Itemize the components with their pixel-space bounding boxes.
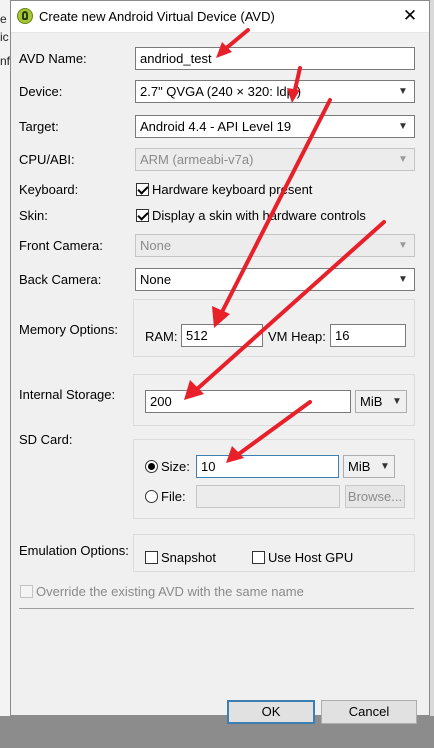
sd-size-input[interactable]: 10 — [196, 455, 339, 478]
chevron-down-icon: ▼ — [398, 274, 408, 285]
chevron-down-icon: ▼ — [392, 396, 402, 407]
internal-storage-input[interactable]: 200 — [145, 390, 351, 413]
chevron-down-icon: ▼ — [398, 121, 408, 132]
sd-file-label[interactable]: File: — [161, 489, 186, 504]
chevron-down-icon: ▼ — [398, 154, 408, 165]
sd-size-label[interactable]: Size: — [161, 459, 190, 474]
snapshot-checkbox[interactable] — [145, 551, 158, 564]
internal-storage-label: Internal Storage: — [19, 387, 116, 402]
device-label: Device: — [19, 84, 63, 99]
emulation-options-group: Snapshot Use Host GPU — [133, 534, 415, 572]
sd-size-unit-select[interactable]: MiB ▼ — [343, 455, 395, 478]
device-select[interactable]: 2.7" QVGA (240 × 320: ldpi) ▼ — [135, 80, 415, 103]
chevron-down-icon: ▼ — [398, 240, 408, 251]
display-skin-checkbox[interactable] — [136, 209, 149, 222]
background-text: e — [0, 12, 7, 26]
sd-file-radio[interactable] — [145, 490, 158, 503]
snapshot-label[interactable]: Snapshot — [161, 550, 216, 565]
sd-size-radio[interactable] — [145, 460, 158, 473]
ram-label: RAM: — [145, 329, 178, 344]
close-icon: ✕ — [402, 6, 418, 25]
cpu-abi-select: ARM (armeabi-v7a) ▼ — [135, 148, 415, 171]
create-avd-dialog: Create new Android Virtual Device (AVD) … — [10, 0, 430, 724]
override-label: Override the existing AVD with the same … — [36, 584, 304, 599]
front-camera-value: None — [140, 238, 172, 253]
sd-card-label: SD Card: — [19, 432, 73, 447]
target-select[interactable]: Android 4.4 - API Level 19 ▼ — [135, 115, 415, 138]
avd-name-input[interactable]: andriod_test — [135, 47, 415, 70]
android-app-icon — [17, 8, 33, 24]
ok-button[interactable]: OK — [227, 700, 315, 724]
sd-card-group: Size: 10 MiB ▼ File: Browse... — [133, 439, 415, 519]
keyboard-label: Keyboard: — [19, 182, 79, 197]
browse-button: Browse... — [345, 485, 405, 508]
cpu-abi-value: ARM (armeabi-v7a) — [140, 152, 254, 167]
device-value: 2.7" QVGA (240 × 320: ldpi) — [140, 84, 302, 99]
back-camera-label: Back Camera: — [19, 272, 102, 287]
override-checkbox — [20, 585, 33, 598]
use-host-gpu-label[interactable]: Use Host GPU — [268, 550, 353, 565]
background-text: ic — [0, 30, 9, 44]
back-camera-select[interactable]: None ▼ — [135, 268, 415, 291]
internal-storage-unit-select[interactable]: MiB ▼ — [355, 390, 407, 413]
memory-options-label: Memory Options: — [19, 322, 118, 337]
ram-input[interactable]: 512 — [181, 324, 263, 347]
emulation-options-label: Emulation Options: — [19, 543, 129, 558]
title-bar[interactable]: Create new Android Virtual Device (AVD) … — [11, 1, 429, 33]
hardware-keyboard-label[interactable]: Hardware keyboard present — [152, 182, 312, 197]
vm-heap-label: VM Heap: — [268, 329, 326, 344]
use-host-gpu-checkbox[interactable] — [252, 551, 265, 564]
cpu-abi-label: CPU/ABI: — [19, 152, 75, 167]
memory-options-group: RAM: 512 VM Heap: 16 — [133, 299, 415, 357]
front-camera-label: Front Camera: — [19, 238, 103, 253]
close-button[interactable]: ✕ — [391, 1, 429, 32]
display-skin-label[interactable]: Display a skin with hardware controls — [152, 208, 366, 223]
window-title: Create new Android Virtual Device (AVD) — [39, 9, 275, 24]
hardware-keyboard-checkbox[interactable] — [136, 183, 149, 196]
target-value: Android 4.4 - API Level 19 — [140, 119, 292, 134]
target-label: Target: — [19, 119, 59, 134]
internal-storage-unit: MiB — [360, 394, 383, 409]
internal-storage-group: 200 MiB ▼ — [133, 374, 415, 426]
chevron-down-icon: ▼ — [380, 461, 390, 472]
chevron-down-icon: ▼ — [398, 86, 408, 97]
sd-size-unit: MiB — [348, 459, 371, 474]
vm-heap-input[interactable]: 16 — [330, 324, 406, 347]
separator — [19, 608, 414, 609]
sd-file-input — [196, 485, 340, 508]
front-camera-select: None ▼ — [135, 234, 415, 257]
background-text: nf — [0, 54, 11, 68]
skin-label: Skin: — [19, 208, 48, 223]
cancel-button[interactable]: Cancel — [321, 700, 417, 724]
avd-name-label: AVD Name: — [19, 51, 87, 66]
back-camera-value: None — [140, 272, 172, 287]
